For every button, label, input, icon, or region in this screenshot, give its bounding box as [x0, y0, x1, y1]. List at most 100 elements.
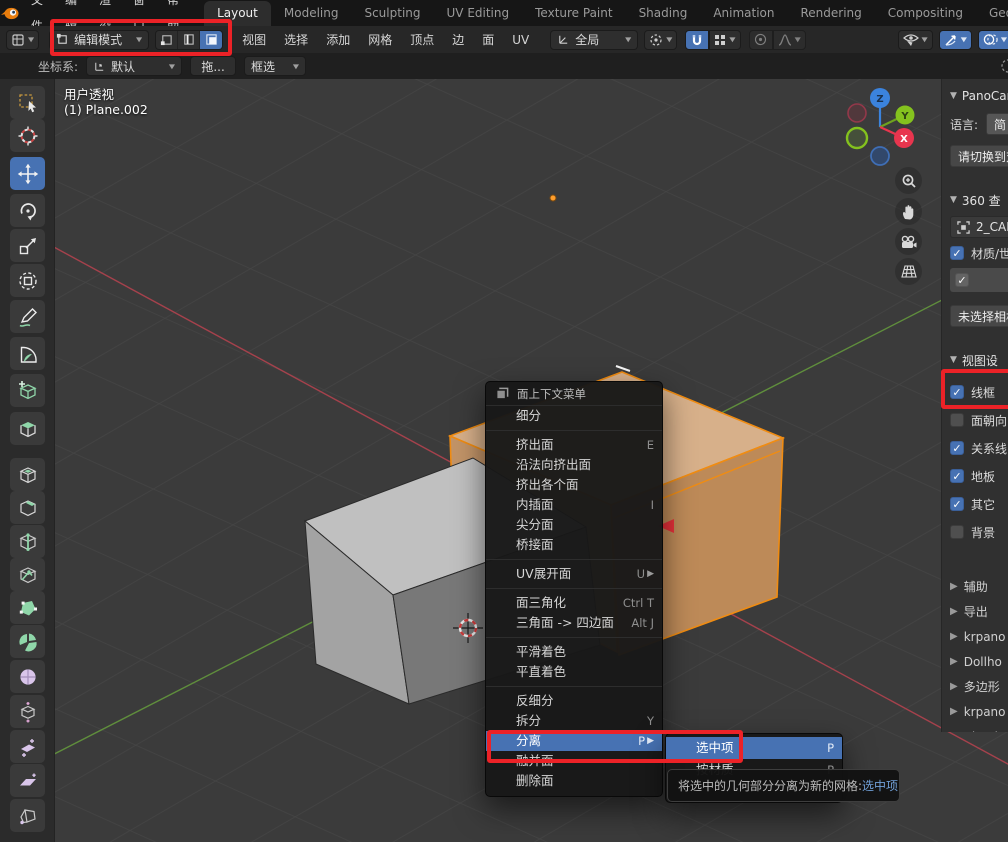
tool-knife-button[interactable]: [10, 558, 45, 591]
tool-shear-button[interactable]: [10, 764, 45, 797]
axis-neg-z-ball[interactable]: [871, 147, 889, 165]
viewport-menu-4[interactable]: 顶点: [401, 27, 443, 53]
falloff-dropdown[interactable]: ▼: [773, 30, 806, 50]
panel-header-panocam[interactable]: ▼ PanoCam: [950, 85, 1008, 107]
panel-header-viewport-settings[interactable]: ▼ 视图设: [950, 349, 1008, 371]
menu-item-20[interactable]: 融并面: [486, 751, 662, 771]
tab-shading[interactable]: Shading: [626, 1, 701, 26]
tool-cursor-button[interactable]: [10, 119, 45, 152]
axis-neg-y-ball[interactable]: [847, 128, 867, 148]
language-button[interactable]: 简: [986, 113, 1008, 135]
tab-compositing[interactable]: Compositing: [875, 1, 976, 26]
collapsed-panel-3[interactable]: ▶Dollho: [950, 649, 1008, 674]
select-tool-dropdown[interactable]: 框选 ▼: [244, 56, 306, 76]
tool-measure-button[interactable]: [10, 337, 45, 370]
checkbox-row-4[interactable]: ✓其它: [950, 490, 1008, 518]
vertex-select-button[interactable]: [156, 31, 178, 49]
tab-layout[interactable]: Layout: [204, 1, 271, 26]
checkbox-1[interactable]: [950, 413, 964, 427]
viewport-menu-1[interactable]: 选择: [275, 27, 317, 53]
switch-button[interactable]: 请切换到对: [950, 145, 1008, 167]
collapsed-panel-0[interactable]: ▶辅助: [950, 574, 1008, 599]
viewport-menu-6[interactable]: 面: [473, 27, 503, 53]
coord-system-dropdown[interactable]: 默认 ▼: [86, 56, 182, 76]
tool-extrude-region-button[interactable]: [10, 412, 45, 445]
edge-select-button[interactable]: [178, 31, 200, 49]
viewport-menu-2[interactable]: 添加: [317, 27, 359, 53]
menu-item-9[interactable]: UV展开面U▶: [486, 564, 662, 584]
tool-rip-region-button[interactable]: [10, 799, 45, 832]
menu-item-11[interactable]: 面三角化Ctrl T: [486, 593, 662, 613]
visibility-dropdown[interactable]: ▼: [898, 30, 933, 50]
panel-header-360[interactable]: ▼ 360 查: [950, 189, 1008, 211]
submenu-item-0[interactable]: 选中项P: [666, 737, 842, 759]
checkbox-5[interactable]: [950, 525, 964, 539]
camera-view-button[interactable]: [895, 228, 922, 255]
tool-rotate-button[interactable]: [10, 194, 45, 227]
menu-item-2[interactable]: 挤出面E: [486, 435, 662, 455]
checkbox-row-3[interactable]: ✓地板: [950, 462, 1008, 490]
checkbox-3[interactable]: ✓: [950, 469, 964, 483]
menu-item-3[interactable]: 沿法向挤出面: [486, 455, 662, 475]
collapsed-panel-6[interactable]: ▶Blende: [950, 724, 1008, 732]
pan-button[interactable]: [895, 198, 922, 225]
tab-texture-paint[interactable]: Texture Paint: [522, 1, 625, 26]
tool-loop-cut-button[interactable]: [10, 525, 45, 558]
checkbox-0[interactable]: ✓: [950, 385, 964, 399]
menu-item-6[interactable]: 尖分面: [486, 515, 662, 535]
face-select-button[interactable]: [200, 31, 222, 49]
tool-inset-faces-button[interactable]: [10, 458, 45, 491]
menu-item-15[interactable]: 平直着色: [486, 662, 662, 682]
menu-item-19[interactable]: 分离P▶: [486, 731, 662, 751]
sub-option-checkbox[interactable]: ✓: [955, 273, 969, 287]
collapsed-panel-5[interactable]: ▶krpano: [950, 699, 1008, 724]
editor-type-button[interactable]: ▼: [6, 30, 39, 50]
mode-dropdown[interactable]: 编辑模式 ▼: [49, 30, 149, 50]
tool-bevel-button[interactable]: [10, 491, 45, 524]
menu-item-14[interactable]: 平滑着色: [486, 642, 662, 662]
collapsed-panel-2[interactable]: ▶krpano: [950, 624, 1008, 649]
material-world-row[interactable]: ✓ 材质/世界: [950, 241, 1008, 265]
axis-neg-x-ball[interactable]: [848, 104, 866, 122]
tool-shrink-fatten-button[interactable]: [10, 730, 45, 763]
menu-item-21[interactable]: 删除面: [486, 771, 662, 791]
navigation-gizmo[interactable]: Z Y X: [830, 78, 940, 173]
tool-scale-button[interactable]: [10, 229, 45, 262]
menu-item-17[interactable]: 反细分: [486, 691, 662, 711]
tool-add-cube-button[interactable]: [10, 374, 45, 407]
checkbox-row-5[interactable]: 背景: [950, 518, 1008, 546]
tool-annotate-button[interactable]: [10, 300, 45, 333]
viewport-menu-3[interactable]: 网格: [359, 27, 401, 53]
checkbox-row-1[interactable]: 面朝向: [950, 406, 1008, 434]
menu-item-7[interactable]: 桥接面: [486, 535, 662, 555]
blender-logo[interactable]: [0, 5, 20, 21]
checkbox-row-0[interactable]: ✓线框: [950, 378, 1008, 406]
tab-sculpting[interactable]: Sculpting: [351, 1, 433, 26]
collapsed-panel-4[interactable]: ▶多边形: [950, 674, 1008, 699]
menu-item-5[interactable]: 内插面I: [486, 495, 662, 515]
tool-edge-slide-button[interactable]: [10, 695, 45, 728]
orientation-dropdown[interactable]: 全局 ▼: [550, 30, 638, 50]
checkbox-2[interactable]: ✓: [950, 441, 964, 455]
menu-item-18[interactable]: 拆分Y: [486, 711, 662, 731]
tab-animation[interactable]: Animation: [700, 1, 787, 26]
tab-modeling[interactable]: Modeling: [271, 1, 352, 26]
menu-item-0[interactable]: 细分: [486, 406, 662, 426]
tool-poly-build-button[interactable]: [10, 591, 45, 624]
checkbox-row-2[interactable]: ✓关系线: [950, 434, 1008, 462]
checkbox-4[interactable]: ✓: [950, 497, 964, 511]
tab-geometry-nodes[interactable]: Geometry Nodes: [976, 1, 1008, 26]
tab-rendering[interactable]: Rendering: [788, 1, 875, 26]
tool-smooth-button[interactable]: [10, 660, 45, 693]
viewport-menu-5[interactable]: 边: [443, 27, 473, 53]
menu-item-12[interactable]: 三角面 -> 四边面Alt J: [486, 613, 662, 633]
camera-object-field[interactable]: 2_CAM: [950, 216, 1008, 238]
proportional-edit-button[interactable]: [749, 30, 773, 50]
overlays-toggle-dropdown[interactable]: ▼: [978, 30, 1008, 50]
viewport-menu-0[interactable]: 视图: [233, 27, 275, 53]
snap-with-dropdown[interactable]: ▼: [709, 30, 740, 50]
perspective-toggle-button[interactable]: [895, 258, 922, 285]
zoom-button[interactable]: [895, 167, 922, 194]
gizmos-toggle-dropdown[interactable]: ▼: [939, 30, 972, 50]
tool-spin-button[interactable]: [10, 625, 45, 658]
